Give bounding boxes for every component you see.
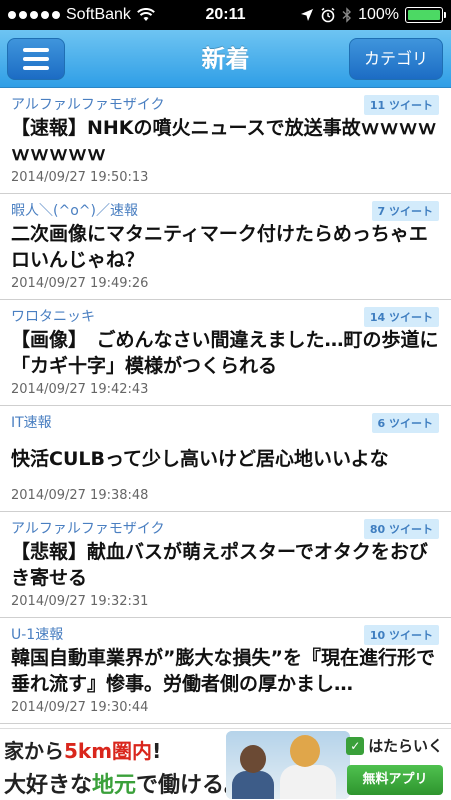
- carrier-name: SoftBank: [66, 6, 131, 23]
- article-source: IT速報: [11, 415, 52, 431]
- battery-percentage: 100%: [358, 6, 399, 23]
- ad-banner[interactable]: 家から5km圏内! 大好きな地元で働ける。 ✓ はたらいく 無料アプリ: [0, 728, 451, 800]
- location-arrow-icon: [301, 9, 314, 21]
- category-button[interactable]: カテゴリ: [349, 38, 443, 80]
- battery-level: [408, 10, 440, 20]
- article-timestamp: 2014/09/27 19:38:48: [11, 488, 149, 503]
- thumbs-up-icon: ✓: [346, 736, 365, 755]
- article-row[interactable]: アルファルファモザイク 80 ツイート 【悲報】献血バスが萌えポスターでオタクをおび…: [0, 512, 451, 618]
- article-row[interactable]: 暇人＼(^o^)／速報 7 ツイート 二次画像にマタニティマーク付けたらめっちゃエロ…: [0, 194, 451, 300]
- tweet-count-badge: 14 ツイート: [363, 307, 439, 327]
- menu-button[interactable]: [7, 38, 65, 80]
- article-timestamp: 2014/09/27 19:32:31: [11, 594, 149, 609]
- article-row[interactable]: IT速報 6 ツイート快活CULBって少し高いけど居心地いいよな 2014/09/2…: [0, 406, 451, 512]
- article-title: 韓国自動車業界が”膨大な損失”を『現在進行形で垂れ流す』惨事。労働者側の厚かまし…: [11, 647, 435, 695]
- article-timestamp: 2014/09/27 19:50:13: [11, 170, 149, 185]
- ad-install-button[interactable]: 無料アプリ: [347, 765, 443, 795]
- wifi-icon: [137, 8, 155, 21]
- battery-icon: [405, 7, 446, 23]
- article-row[interactable]: アルファルファモザイク 11 ツイート 【速報】NHKの噴火ニュースで放送事故ｗｗｗ…: [0, 88, 451, 194]
- article-title: 二次画像にマタニティマーク付けたらめっちゃエロいんじゃね？: [11, 223, 428, 271]
- ad-brand: ✓ はたらいく: [346, 735, 443, 756]
- tweet-count-badge: 7 ツイート: [371, 201, 439, 221]
- article-source: 暇人＼(^o^)／速報: [11, 203, 138, 219]
- navigation-bar: 新着 カテゴリ: [0, 30, 451, 88]
- article-source: U-1速報: [11, 627, 64, 643]
- tweet-count-badge: 80 ツイート: [363, 519, 439, 539]
- article-title: 【画像】 ごめんなさい間違えました…町の歩道に「カギ十字」模様がつくられる: [11, 329, 439, 377]
- article-timestamp: 2014/09/27 19:30:44: [11, 700, 149, 715]
- ad-headline: 家から5km圏内!: [4, 739, 162, 763]
- article-timestamp: 2014/09/27 19:42:43: [11, 382, 149, 397]
- article-list[interactable]: アルファルファモザイク 11 ツイート 【速報】NHKの噴火ニュースで放送事故ｗｗｗ…: [0, 88, 451, 728]
- signal-strength-icon: [8, 11, 60, 19]
- article-timestamp: 2014/09/27 19:49:26: [11, 276, 149, 291]
- article-title: 快活CULBって少し高いけど居心地いいよな: [11, 448, 389, 470]
- tweet-count-badge: 6 ツイート: [371, 413, 439, 433]
- bluetooth-icon: [342, 7, 352, 23]
- status-bar: SoftBank 20:11 100%: [0, 0, 451, 30]
- article-row[interactable]: U-1速報 10 ツイート 韓国自動車業界が”膨大な損失”を『現在進行形で垂れ流す』…: [0, 618, 451, 724]
- article-row[interactable]: ワロタニッキ 14 ツイート 【画像】 ごめんなさい間違えました…町の歩道に「カギ十…: [0, 300, 451, 406]
- article-title: 【速報】NHKの噴火ニュースで放送事故ｗｗｗｗｗｗｗｗｗ: [11, 117, 437, 165]
- hamburger-icon: [23, 48, 49, 52]
- article-source: ワロタニッキ: [11, 309, 95, 325]
- tweet-count-badge: 10 ツイート: [363, 625, 439, 645]
- tweet-count-badge: 11 ツイート: [363, 95, 439, 115]
- ad-subheadline: 大好きな地元で働ける。: [4, 773, 247, 798]
- ad-photo: [226, 731, 350, 799]
- article-source: アルファルファモザイク: [11, 97, 165, 113]
- alarm-clock-icon: [321, 7, 335, 23]
- article-source: アルファルファモザイク: [11, 521, 165, 537]
- article-title: 【悲報】献血バスが萌えポスターでオタクをおびき寄せる: [11, 541, 428, 589]
